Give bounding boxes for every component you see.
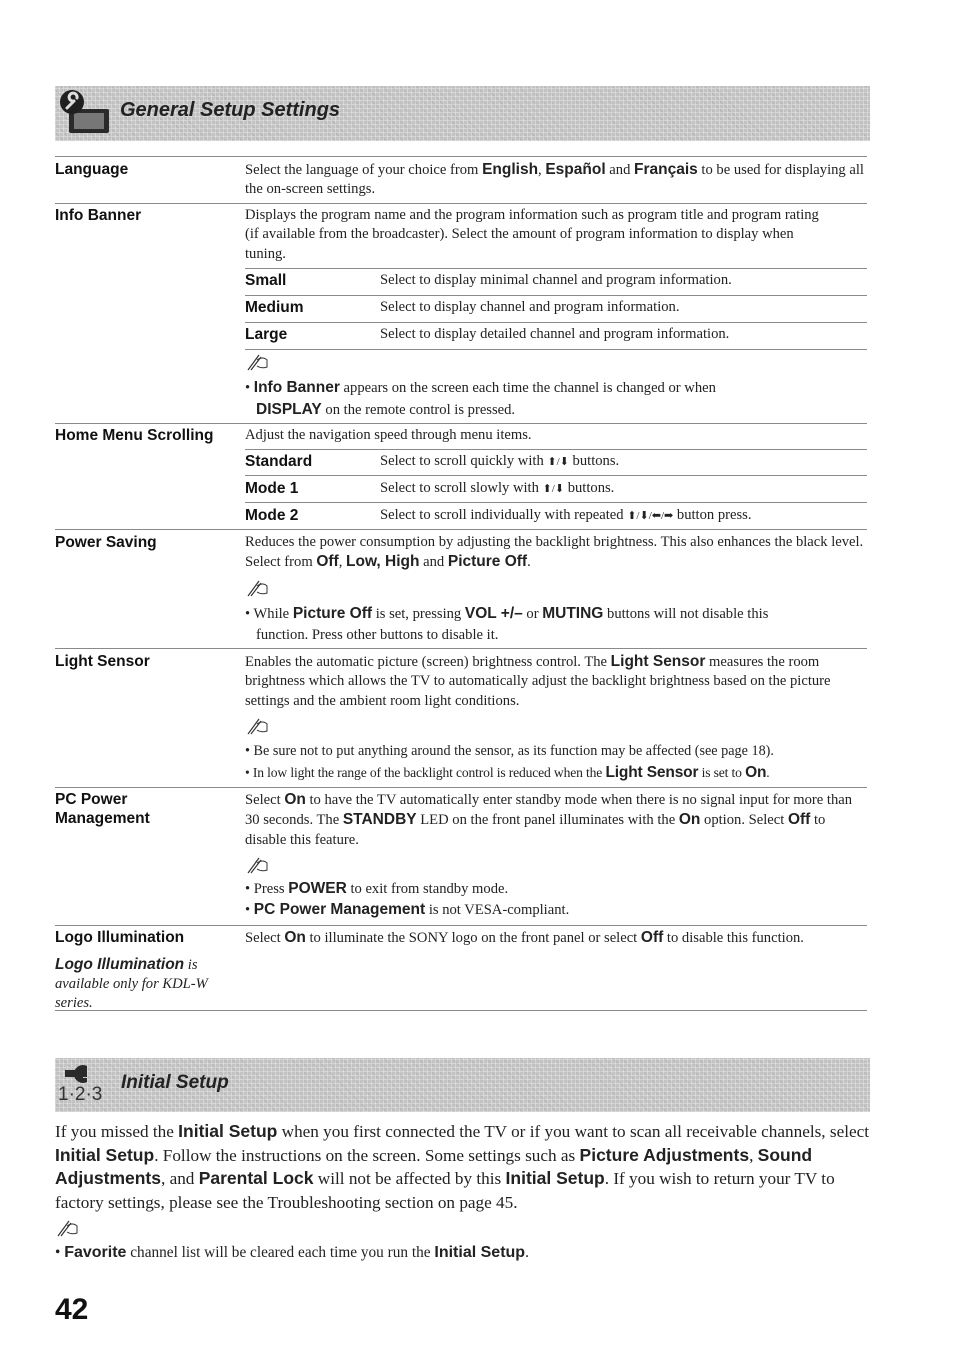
availability-note: Logo Illumination is available only for …: [55, 956, 208, 1011]
option-label-medium: Medium: [245, 299, 304, 316]
initial-setup-header: 1·2·3 Initial Setup: [55, 1058, 870, 1112]
option-desc-standard: Select to scroll quickly with ⬆/⬇ button…: [380, 453, 620, 469]
divider: [55, 529, 867, 530]
setting-label-info-banner: Info Banner: [55, 207, 142, 224]
option-label-standard: Standard: [245, 453, 313, 470]
setting-desc-info-banner: Displays the program name and the progra…: [245, 207, 819, 262]
divider: [55, 925, 867, 926]
divider: [245, 449, 867, 450]
note-pencil-icon: [245, 716, 271, 736]
setting-label-home-menu-scrolling: Home Menu Scrolling: [55, 427, 214, 444]
divider: [55, 156, 867, 157]
setting-label-power-saving: Power Saving: [55, 534, 157, 551]
option-label-small: Small: [245, 272, 287, 289]
divider: [55, 203, 867, 204]
option-desc-mode-2: Select to scroll individually with repea…: [380, 507, 752, 523]
option-desc-mode-1: Select to scroll slowly with ⬆/⬇ buttons…: [380, 480, 615, 496]
section-title: General Setup Settings: [120, 99, 341, 121]
option-desc-large: Select to display detailed channel and p…: [380, 326, 730, 342]
setting-desc-light-sensor: Enables the automatic picture (screen) b…: [245, 653, 831, 709]
note-light-sensor-2: • In low light the range of the backligh…: [245, 764, 770, 781]
initial-setup-description: If you missed the Initial Setup when you…: [55, 1121, 870, 1212]
setting-desc-logo-illumination: Select On to illuminate the SONY logo on…: [245, 929, 804, 946]
page-number: 42: [55, 1293, 89, 1326]
setting-label-light-sensor: Light Sensor: [55, 653, 150, 670]
divider: [245, 502, 867, 503]
divider: [245, 322, 867, 323]
note-pencil-icon: [55, 1218, 81, 1238]
general-setup-header: General Setup Settings: [55, 86, 870, 141]
divider: [245, 268, 867, 269]
section-title: Initial Setup: [121, 1072, 229, 1093]
note-favorite: • Favorite channel list will be cleared …: [55, 1244, 529, 1261]
arrow-keys-icon: ⬆/⬇: [547, 456, 569, 468]
divider: [55, 787, 867, 788]
divider: [245, 349, 867, 350]
divider: [245, 295, 867, 296]
note-pencil-icon: [245, 855, 271, 875]
divider: [55, 1010, 867, 1011]
option-label-mode-1: Mode 1: [245, 480, 299, 497]
setting-label-language: Language: [55, 161, 129, 178]
setting-label-pc-power-management: PC Power Management: [55, 791, 150, 827]
setting-desc-pc-power-management: Select On to have the TV automatically e…: [245, 791, 853, 848]
arrow-keys-icon: ⬆/⬇: [542, 483, 565, 495]
option-label-large: Large: [245, 326, 288, 343]
note-power-saving: • While Picture Off is set, pressing VOL…: [245, 605, 769, 643]
note-pencil-icon: [245, 578, 271, 598]
setting-desc-language: Select the language of your choice from …: [245, 161, 864, 198]
divider: [245, 475, 867, 476]
wrench-tv-icon: [59, 89, 115, 140]
setting-label-logo-illumination: Logo Illumination: [55, 929, 185, 946]
divider: [55, 648, 867, 649]
setting-desc-power-saving: Reduces the power consumption by adjusti…: [245, 534, 864, 571]
divider: [55, 423, 867, 424]
setting-desc-home-menu-scrolling: Adjust the navigation speed through menu…: [245, 427, 532, 443]
note-info-banner: • Info Banner appears on the screen each…: [245, 379, 716, 418]
note-pc-power-1: • Press POWER to exit from standby mode.: [245, 880, 509, 897]
note-pencil-icon: [245, 352, 271, 372]
option-desc-medium: Select to display channel and program in…: [380, 299, 680, 315]
option-desc-small: Select to display minimal channel and pr…: [380, 272, 732, 288]
note-pc-power-2: • PC Power Management is not VESA-compli…: [245, 901, 570, 918]
steps-123-label: 1·2·3: [58, 1084, 103, 1105]
arrow-keys-icon: ⬆/⬇/⬅/➡: [627, 510, 674, 522]
note-light-sensor-1: • Be sure not to put anything around the…: [245, 743, 774, 759]
option-label-mode-2: Mode 2: [245, 507, 299, 524]
